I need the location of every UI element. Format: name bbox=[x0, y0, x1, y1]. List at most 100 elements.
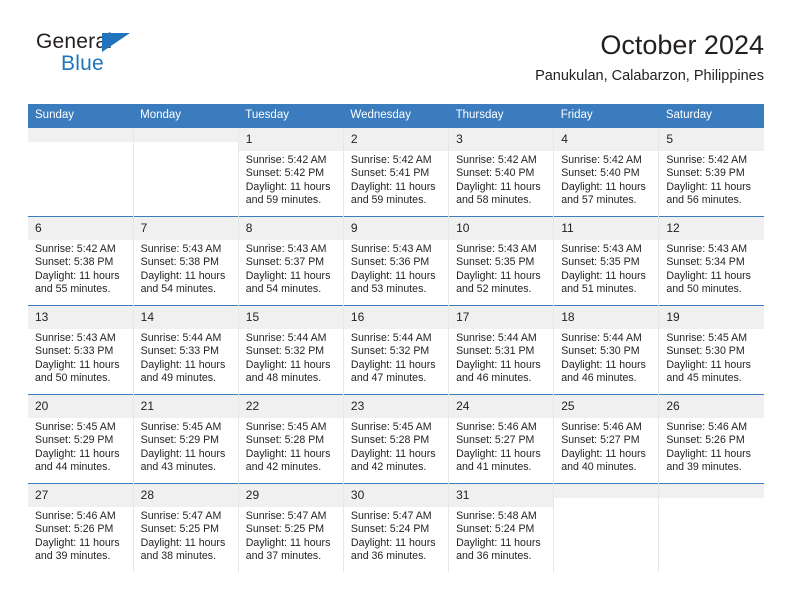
sunset-text: Sunset: 5:28 PM bbox=[350, 434, 430, 447]
daylight-text-line2: and 53 minutes. bbox=[350, 283, 427, 296]
calendar-week-row: 27 Sunrise: 5:46 AM Sunset: 5:26 PM Dayligh… bbox=[28, 483, 764, 572]
daylight-text-line2: and 50 minutes. bbox=[35, 372, 111, 385]
daylight-text-line2: and 59 minutes. bbox=[245, 194, 322, 207]
day-number: 25 bbox=[554, 395, 659, 418]
calendar-day-cell[interactable]: 23 Sunrise: 5:45 AM Sunset: 5:28 PM Dayligh… bbox=[342, 394, 449, 484]
daylight-text-line1: Daylight: 11 hours bbox=[140, 536, 226, 549]
general-blue-logo[interactable]: General Blue bbox=[28, 30, 248, 88]
day-info: Sunrise: 5:44 AM Sunset: 5:31 PM Daylight:… bbox=[449, 329, 553, 386]
day-number: 9 bbox=[343, 217, 449, 240]
sunset-text: Sunset: 5:26 PM bbox=[35, 523, 114, 536]
calendar-day-cell[interactable]: 6 Sunrise: 5:42 AM Sunset: 5:38 PM Daylight… bbox=[28, 216, 134, 306]
calendar-day-cell[interactable]: 26 Sunrise: 5:46 AM Sunset: 5:26 PM Dayligh… bbox=[658, 394, 764, 484]
calendar-day-cell[interactable]: 9 Sunrise: 5:43 AM Sunset: 5:36 PM Daylight… bbox=[342, 216, 449, 306]
calendar-day-cell[interactable]: 24 Sunrise: 5:46 AM Sunset: 5:27 PM Dayligh… bbox=[448, 394, 554, 484]
calendar-day-cell[interactable]: 10 Sunrise: 5:43 AM Sunset: 5:35 PM Dayligh… bbox=[448, 216, 554, 306]
day-number: 28 bbox=[133, 484, 238, 507]
weekday-header-wednesday: Wednesday bbox=[343, 104, 449, 128]
daylight-text-line1: Daylight: 11 hours bbox=[456, 180, 541, 193]
calendar-day-cell[interactable]: 2 Sunrise: 5:42 AM Sunset: 5:41 PM Daylight… bbox=[342, 127, 449, 217]
sunset-text: Sunset: 5:28 PM bbox=[245, 434, 325, 447]
day-number bbox=[659, 484, 764, 498]
day-info: Sunrise: 5:44 AM Sunset: 5:32 PM Daylight:… bbox=[239, 329, 343, 386]
day-info: Sunrise: 5:44 AM Sunset: 5:33 PM Daylight:… bbox=[134, 329, 238, 386]
calendar-day-cell[interactable]: 27 Sunrise: 5:46 AM Sunset: 5:26 PM Dayligh… bbox=[28, 483, 134, 572]
sunset-text: Sunset: 5:25 PM bbox=[245, 523, 325, 536]
day-info: Sunrise: 5:47 AM Sunset: 5:25 PM Daylight:… bbox=[239, 507, 343, 564]
sunset-text: Sunset: 5:27 PM bbox=[561, 434, 640, 447]
calendar-day-cell-empty bbox=[553, 483, 659, 572]
daylight-text-line2: and 38 minutes. bbox=[140, 550, 217, 563]
daylight-text-line1: Daylight: 11 hours bbox=[456, 269, 541, 282]
daylight-text-line1: Daylight: 11 hours bbox=[35, 269, 120, 282]
daylight-text-line2: and 44 minutes. bbox=[35, 461, 111, 474]
sunrise-text: Sunrise: 5:45 AM bbox=[35, 421, 116, 433]
page-header: General Blue October 2024 Panukulan, Cal… bbox=[28, 28, 764, 96]
day-number: 21 bbox=[133, 395, 238, 418]
calendar-day-cell[interactable]: 15 Sunrise: 5:44 AM Sunset: 5:32 PM Dayligh… bbox=[237, 305, 344, 395]
sunrise-text: Sunrise: 5:44 AM bbox=[140, 332, 222, 344]
calendar-day-cell[interactable]: 29 Sunrise: 5:47 AM Sunset: 5:25 PM Dayligh… bbox=[237, 483, 344, 572]
daylight-text-line2: and 51 minutes. bbox=[561, 283, 637, 296]
calendar-day-cell[interactable]: 21 Sunrise: 5:45 AM Sunset: 5:29 PM Dayligh… bbox=[132, 394, 239, 484]
calendar-day-cell[interactable]: 22 Sunrise: 5:45 AM Sunset: 5:28 PM Dayligh… bbox=[237, 394, 344, 484]
day-number: 8 bbox=[238, 217, 343, 240]
title-block: October 2024 Panukulan, Calabarzon, Phil… bbox=[535, 28, 764, 86]
day-number: 18 bbox=[554, 306, 659, 329]
calendar-day-cell[interactable]: 12 Sunrise: 5:43 AM Sunset: 5:34 PM Dayligh… bbox=[658, 216, 764, 306]
daylight-text-line1: Daylight: 11 hours bbox=[140, 269, 226, 282]
day-number: 24 bbox=[449, 395, 554, 418]
daylight-text-line1: Daylight: 11 hours bbox=[666, 269, 751, 282]
daylight-text-line2: and 48 minutes. bbox=[245, 372, 322, 385]
calendar-day-cell[interactable]: 19 Sunrise: 5:45 AM Sunset: 5:30 PM Dayligh… bbox=[658, 305, 764, 395]
daylight-text-line1: Daylight: 11 hours bbox=[350, 269, 436, 282]
calendar-day-cell[interactable]: 16 Sunrise: 5:44 AM Sunset: 5:32 PM Dayligh… bbox=[342, 305, 449, 395]
calendar-day-cell[interactable]: 25 Sunrise: 5:46 AM Sunset: 5:27 PM Dayligh… bbox=[553, 394, 659, 484]
calendar-page: General Blue October 2024 Panukulan, Cal… bbox=[0, 0, 792, 612]
day-info: Sunrise: 5:42 AM Sunset: 5:38 PM Daylight:… bbox=[28, 240, 133, 297]
calendar-day-cell[interactable]: 14 Sunrise: 5:44 AM Sunset: 5:33 PM Dayligh… bbox=[132, 305, 239, 395]
calendar-day-cell-empty bbox=[28, 127, 134, 217]
daylight-text-line2: and 45 minutes. bbox=[666, 372, 742, 385]
sunset-text: Sunset: 5:40 PM bbox=[561, 167, 640, 180]
calendar-day-cell[interactable]: 13 Sunrise: 5:43 AM Sunset: 5:33 PM Dayligh… bbox=[28, 305, 134, 395]
day-number: 31 bbox=[449, 484, 554, 507]
day-info: Sunrise: 5:43 AM Sunset: 5:35 PM Daylight:… bbox=[449, 240, 553, 297]
day-info: Sunrise: 5:46 AM Sunset: 5:27 PM Daylight:… bbox=[554, 418, 658, 475]
day-info: Sunrise: 5:44 AM Sunset: 5:32 PM Daylight:… bbox=[344, 329, 448, 386]
calendar-day-cell-empty bbox=[658, 483, 764, 572]
calendar-day-cell[interactable]: 7 Sunrise: 5:43 AM Sunset: 5:38 PM Daylight… bbox=[132, 216, 239, 306]
sunset-text: Sunset: 5:40 PM bbox=[456, 167, 535, 180]
sunrise-text: Sunrise: 5:45 AM bbox=[140, 421, 222, 433]
day-number: 11 bbox=[554, 217, 659, 240]
calendar-day-cell[interactable]: 30 Sunrise: 5:47 AM Sunset: 5:24 PM Dayligh… bbox=[342, 483, 449, 572]
calendar-day-cell[interactable]: 18 Sunrise: 5:44 AM Sunset: 5:30 PM Dayligh… bbox=[553, 305, 659, 395]
sunset-text: Sunset: 5:35 PM bbox=[561, 256, 640, 269]
daylight-text-line2: and 47 minutes. bbox=[350, 372, 427, 385]
calendar-day-cell[interactable]: 20 Sunrise: 5:45 AM Sunset: 5:29 PM Dayligh… bbox=[28, 394, 134, 484]
day-info: Sunrise: 5:43 AM Sunset: 5:34 PM Daylight:… bbox=[659, 240, 764, 297]
calendar-day-cell[interactable]: 17 Sunrise: 5:44 AM Sunset: 5:31 PM Dayligh… bbox=[448, 305, 554, 395]
daylight-text-line1: Daylight: 11 hours bbox=[35, 536, 120, 549]
calendar-day-cell[interactable]: 11 Sunrise: 5:43 AM Sunset: 5:35 PM Dayligh… bbox=[553, 216, 659, 306]
sunset-text: Sunset: 5:32 PM bbox=[245, 345, 325, 358]
calendar-day-cell[interactable]: 1 Sunrise: 5:42 AM Sunset: 5:42 PM Daylight… bbox=[237, 127, 344, 217]
calendar-day-cell[interactable]: 4 Sunrise: 5:42 AM Sunset: 5:40 PM Daylight… bbox=[553, 127, 659, 217]
sunrise-text: Sunrise: 5:42 AM bbox=[350, 154, 432, 166]
daylight-text-line1: Daylight: 11 hours bbox=[561, 180, 646, 193]
sunrise-text: Sunrise: 5:47 AM bbox=[140, 510, 222, 522]
daylight-text-line2: and 49 minutes. bbox=[140, 372, 217, 385]
sunrise-text: Sunrise: 5:46 AM bbox=[561, 421, 642, 433]
day-info: Sunrise: 5:45 AM Sunset: 5:30 PM Daylight:… bbox=[659, 329, 764, 386]
calendar-day-cell[interactable]: 31 Sunrise: 5:48 AM Sunset: 5:24 PM Dayligh… bbox=[448, 483, 554, 572]
calendar-day-cell[interactable]: 5 Sunrise: 5:42 AM Sunset: 5:39 PM Daylight… bbox=[658, 127, 764, 217]
day-info: Sunrise: 5:45 AM Sunset: 5:28 PM Daylight:… bbox=[239, 418, 343, 475]
calendar-day-cell[interactable]: 28 Sunrise: 5:47 AM Sunset: 5:25 PM Dayligh… bbox=[132, 483, 239, 572]
sunset-text: Sunset: 5:35 PM bbox=[456, 256, 535, 269]
day-number: 27 bbox=[28, 484, 133, 507]
calendar-day-cell[interactable]: 3 Sunrise: 5:42 AM Sunset: 5:40 PM Daylight… bbox=[448, 127, 554, 217]
daylight-text-line1: Daylight: 11 hours bbox=[456, 536, 541, 549]
day-number: 15 bbox=[238, 306, 343, 329]
calendar-day-cell[interactable]: 8 Sunrise: 5:43 AM Sunset: 5:37 PM Daylight… bbox=[237, 216, 344, 306]
sunset-text: Sunset: 5:26 PM bbox=[666, 434, 745, 447]
